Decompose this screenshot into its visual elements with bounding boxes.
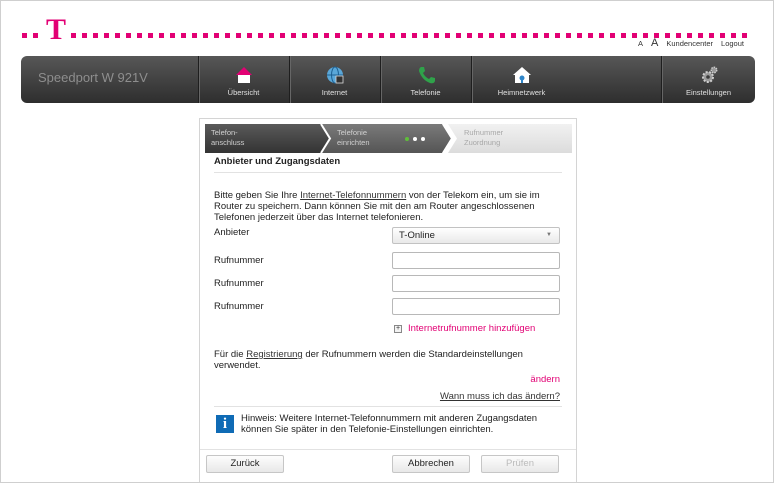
number-input-2[interactable]	[392, 275, 560, 292]
provider-label: Anbieter	[214, 227, 250, 238]
wizard-step-line: Rufnummer	[464, 128, 504, 137]
wizard-step-line: Telefonie	[337, 128, 368, 137]
info-icon: i	[216, 415, 234, 433]
change-link[interactable]: ändern	[530, 374, 560, 385]
nav-item-label: Heimnetzwerk	[497, 88, 546, 97]
nav-item-label: Telefonie	[410, 88, 441, 97]
globe-icon	[290, 64, 379, 86]
cancel-button[interactable]: Abbrechen	[392, 455, 470, 473]
number-row-3: Rufnummer	[214, 298, 562, 316]
wizard-step-telefonanschluss: Telefon- anschluss	[205, 124, 321, 153]
main-navigation: Speedport W 921V Übersicht Internet Tele…	[21, 56, 755, 103]
internet-telefonnummern-link[interactable]: Internet-Telefonnummern	[300, 190, 406, 201]
when-change-link[interactable]: Wann muss ich das ändern?	[440, 391, 560, 402]
home-network-icon	[472, 64, 571, 86]
nav-item-einstellungen[interactable]: Einstellungen	[661, 56, 755, 103]
router-model-name: Speedport W 921V	[38, 70, 148, 85]
hint-box: i Hinweis: Weitere Internet-Telefonnumme…	[214, 406, 562, 444]
add-number-label: Internetrufnummer hinzufügen	[408, 323, 536, 334]
number-row-1: Rufnummer	[214, 252, 562, 270]
number-label: Rufnummer	[214, 255, 264, 266]
plus-icon: +	[394, 324, 402, 333]
wizard-step-line: Telefon-	[211, 128, 238, 137]
wizard-step-line: Zuordnung	[464, 138, 501, 147]
number-row-2: Rufnummer	[214, 275, 562, 293]
wizard-step-line: anschluss	[211, 138, 245, 147]
gear-icon	[662, 64, 755, 86]
nav-item-label: Einstellungen	[685, 88, 732, 97]
nav-item-telefonie[interactable]: Telefonie	[380, 56, 470, 103]
registration-text: Für die Registrierung der Rufnummern wer…	[214, 349, 544, 371]
chevron-down-icon: ▼	[546, 232, 552, 238]
section-title: Anbieter und Zugangsdaten	[214, 156, 562, 173]
provider-selected-value: T-Online	[399, 230, 435, 241]
form-content: Anbieter und Zugangsdaten Bitte geben Si…	[214, 156, 562, 435]
provider-row: Anbieter T-Online ▼	[214, 227, 562, 245]
nav-item-heimnetzwerk[interactable]: Heimnetzwerk	[471, 56, 571, 103]
hint-text: Hinweis: Weitere Internet-Telefonnummern…	[241, 413, 538, 435]
back-button[interactable]: Zurück	[206, 455, 284, 473]
nav-item-label: Internet	[321, 88, 348, 97]
wizard-progress: Telefon- anschluss Telefonie einrichten …	[205, 124, 572, 153]
number-input-1[interactable]	[392, 252, 560, 269]
wizard-progress-dots	[405, 137, 425, 141]
add-number-button[interactable]: + Internetrufnummer hinzufügen	[394, 323, 535, 334]
telekom-t-logo: T	[46, 13, 67, 46]
intro-text-before: Bitte geben Sie Ihre	[214, 190, 301, 201]
intro-text: Bitte geben Sie Ihre Internet-Telefonnum…	[214, 190, 562, 223]
nav-item-internet[interactable]: Internet	[289, 56, 379, 103]
number-label: Rufnummer	[214, 301, 264, 312]
button-bar: Zurück Abbrechen Prüfen	[200, 449, 576, 483]
registrierung-link[interactable]: Registrierung	[246, 349, 303, 360]
provider-select[interactable]: T-Online ▼	[392, 227, 560, 244]
reg-text-before: Für die	[214, 349, 247, 360]
setup-wizard-panel: Telefon- anschluss Telefonie einrichten …	[199, 118, 577, 482]
nav-item-uebersicht[interactable]: Übersicht	[198, 56, 288, 103]
home-icon	[199, 64, 288, 86]
header-links: A A Kundencenter Logout	[638, 37, 744, 49]
number-input-3[interactable]	[392, 298, 560, 315]
check-button[interactable]: Prüfen	[481, 455, 559, 473]
wizard-step-line: einrichten	[337, 138, 370, 147]
number-label: Rufnummer	[214, 278, 264, 289]
phone-icon	[381, 64, 470, 86]
font-large-button[interactable]: A	[651, 37, 658, 49]
logout-link[interactable]: Logout	[721, 39, 744, 48]
wizard-step-rufnummer-zuordnung: Rufnummer Zuordnung	[458, 124, 568, 153]
nav-item-label: Übersicht	[227, 88, 260, 97]
kundencenter-link[interactable]: Kundencenter	[666, 39, 713, 48]
font-small-button[interactable]: A	[638, 39, 643, 48]
